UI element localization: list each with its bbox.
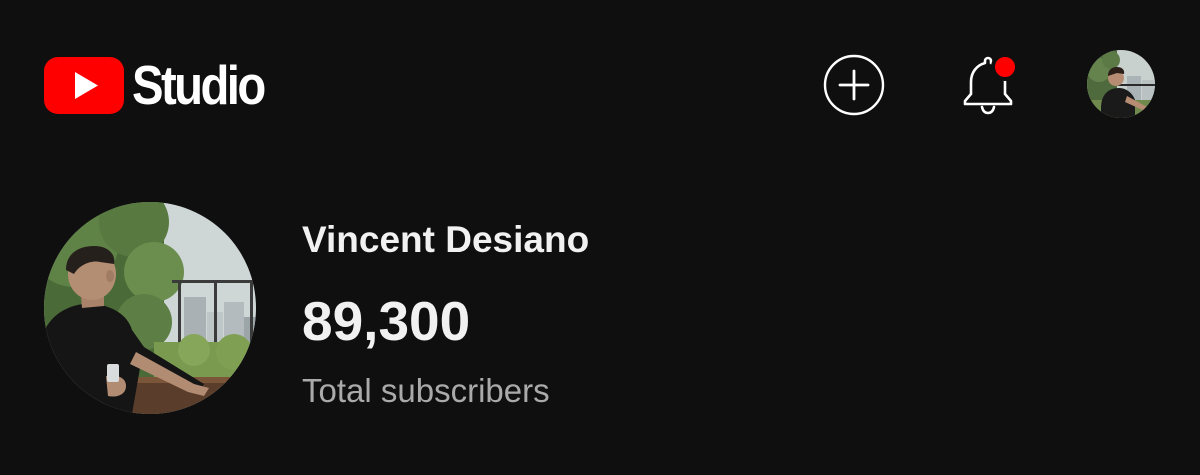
channel-name[interactable]: Vincent Desiano — [302, 210, 589, 270]
account-avatar-icon[interactable] — [1087, 50, 1155, 118]
subscriber-label: Total subscribers — [302, 372, 550, 409]
create-plus-icon[interactable] — [823, 54, 885, 116]
channel-avatar[interactable] — [44, 202, 256, 414]
notification-dot — [991, 53, 1019, 81]
bell-icon[interactable] — [955, 50, 1025, 116]
subscriber-count: 89,300 — [302, 290, 471, 352]
youtube-logo-icon — [44, 56, 124, 114]
studio-logo[interactable]: Studio — [44, 55, 285, 115]
app-title: Studio — [132, 54, 266, 116]
top-bar: Studio — [0, 0, 1200, 170]
